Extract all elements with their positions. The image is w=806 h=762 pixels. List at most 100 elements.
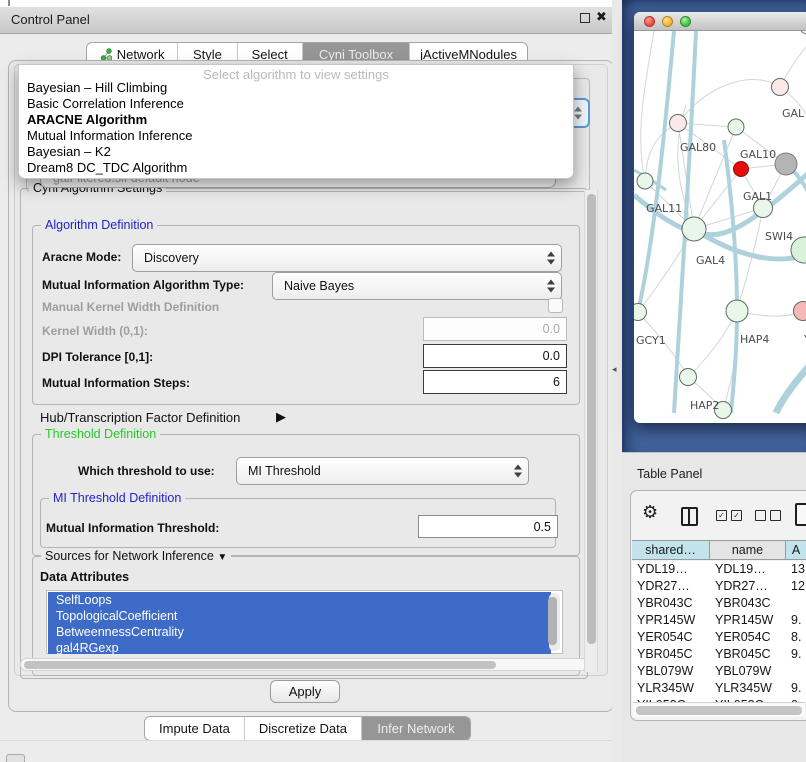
attributes-list-scrollbar[interactable]	[549, 593, 560, 651]
column-header-sharedname[interactable]: shared…	[632, 540, 710, 560]
minimize-traffic-light-icon[interactable]	[662, 16, 673, 27]
float-window-icon[interactable]	[580, 13, 590, 23]
network-nodes[interactable]	[634, 31, 806, 419]
mi-type-combo[interactable]: Naive Bayes	[272, 272, 562, 300]
kernel-width-field: 0.0	[423, 317, 567, 341]
network-node[interactable]	[682, 217, 706, 241]
stepper-arrows-icon	[547, 280, 555, 293]
data-attributes-label: Data Attributes	[40, 570, 129, 584]
hub-definition-label[interactable]: Hub/Transcription Factor Definition	[40, 410, 240, 425]
table-horizontal-scrollbar[interactable]	[633, 702, 805, 717]
column-header-name[interactable]: name	[710, 540, 786, 560]
resize-grip[interactable]	[6, 754, 25, 762]
mi-threshold-label: Mutual Information Threshold:	[46, 521, 219, 535]
dropdown-item-mutual-information[interactable]: Mutual Information Inference	[27, 128, 192, 144]
dropdown-item-aracne[interactable]: ARACNE Algorithm	[27, 112, 147, 128]
network-node[interactable]	[775, 153, 797, 175]
document-icon[interactable]	[795, 503, 806, 526]
network-window-titlebar[interactable]	[634, 12, 806, 31]
node-label: GCY1	[636, 334, 666, 347]
table-body: YDL19… YDL19… 13 YDR27… YDR27… 12 YBR043…	[632, 561, 806, 702]
collapse-arrow-icon[interactable]: ▼	[217, 552, 227, 563]
column-header-clipped[interactable]: A	[786, 540, 806, 560]
dropdown-item-dream8[interactable]: Dream8 DC_TDC Algorithm	[27, 160, 187, 176]
network-node[interactable]	[728, 119, 744, 135]
mi-steps-field[interactable]: 6	[423, 370, 567, 394]
dpi-tolerance-label: DPI Tolerance [0,1]:	[42, 350, 153, 364]
table-row[interactable]: YBR043C YBR043C	[632, 595, 806, 612]
network-node[interactable]	[772, 79, 789, 96]
table-panel-title: Table Panel	[637, 467, 702, 481]
table-row[interactable]: YER054C YER054C 8.	[632, 629, 806, 646]
network-canvas[interactable]: GAL GAL80 GAL10 GAL1 GAL11 GAL4 SWI4 GCY…	[634, 31, 806, 423]
settings-horizontal-scrollbar[interactable]	[20, 658, 588, 671]
table-row[interactable]: YDL19… YDL19… 13	[632, 561, 806, 578]
tab-discretize-data[interactable]: Discretize Data	[245, 717, 362, 740]
apply-button[interactable]: Apply	[270, 680, 340, 703]
node-label: GAL	[782, 107, 805, 120]
stepper-arrows-icon	[574, 107, 582, 120]
algorithm-dropdown-popup: Select algorithm to view settings Bayesi…	[18, 64, 574, 179]
zoom-traffic-light-icon[interactable]	[680, 16, 691, 27]
dpi-tolerance-field[interactable]: 0.0	[423, 344, 567, 368]
table-row[interactable]: YPR145W YPR145W 9.	[632, 612, 806, 629]
table-row[interactable]: YLR345W YLR345W 9.	[632, 680, 806, 697]
node-label: GAL80	[680, 141, 716, 154]
network-node[interactable]	[794, 302, 806, 321]
mi-threshold-definition-title: MI Threshold Definition	[49, 491, 185, 505]
mi-steps-label: Mutual Information Steps:	[42, 376, 190, 390]
settings-vertical-scrollbar[interactable]	[584, 190, 598, 672]
table-row[interactable]: YBR045C YBR045C 9.	[632, 646, 806, 663]
list-item-betweennesscentrality[interactable]: BetweennessCentrality	[48, 624, 551, 640]
select-all-checkboxes-icon[interactable]: ✓✓	[716, 510, 742, 521]
list-item-gal4rgexp[interactable]: gal4RGexp	[48, 640, 551, 654]
network-node[interactable]	[800, 31, 806, 34]
node-label: GAL4	[696, 254, 725, 267]
expand-arrow-icon[interactable]: ▶	[276, 409, 286, 425]
stepper-arrows-icon	[547, 252, 555, 265]
network-node[interactable]	[670, 115, 687, 132]
network-view-window[interactable]: GAL GAL80 GAL10 GAL1 GAL11 GAL4 SWI4 GCY…	[634, 12, 806, 423]
divider-collapse-icon[interactable]: ◂	[612, 364, 617, 375]
manual-kernel-checkbox	[548, 298, 563, 313]
network-node[interactable]	[680, 369, 697, 386]
vscroll-thumb[interactable]	[587, 194, 596, 644]
table-row[interactable]: YDR27… YDR27… 12	[632, 578, 806, 595]
network-node[interactable]	[726, 300, 748, 322]
dropdown-item-bayesian-hill-climbing[interactable]: Bayesian – Hill Climbing	[27, 80, 167, 96]
aracne-mode-combo[interactable]: Discovery	[132, 244, 562, 272]
node-label: HAP2	[690, 399, 719, 412]
algorithm-definition-title: Algorithm Definition	[41, 218, 157, 232]
which-threshold-combo[interactable]: MI Threshold	[236, 457, 529, 485]
mi-threshold-field[interactable]: 0.5	[418, 515, 558, 538]
network-node-selected[interactable]	[734, 162, 749, 177]
network-graph: GAL GAL80 GAL10 GAL1 GAL11 GAL4 SWI4 GCY…	[634, 31, 806, 423]
node-label: SWI4	[765, 230, 793, 243]
table-row[interactable]: YBL079W YBL079W	[632, 663, 806, 680]
tab-infer-network[interactable]: Infer Network	[362, 717, 470, 740]
node-label: HAP4	[740, 333, 769, 346]
sources-group-title: Sources for Network Inference ▼	[41, 549, 231, 563]
network-node[interactable]	[637, 173, 653, 189]
dropdown-item-basic-correlation[interactable]: Basic Correlation Inference	[27, 96, 184, 112]
dropdown-item-bayesian-k2[interactable]: Bayesian – K2	[27, 144, 111, 160]
aracne-mode-label: Aracne Mode:	[42, 250, 121, 264]
node-label: GAL11	[646, 202, 682, 215]
hscroll-thumb[interactable]	[24, 661, 496, 669]
stepper-arrows-icon	[514, 465, 522, 478]
which-threshold-label: Which threshold to use:	[78, 464, 215, 478]
table-hscroll-thumb[interactable]	[636, 706, 802, 715]
application-window: Control Panel ✖ Network Style Select Cyn…	[0, 0, 806, 762]
network-node[interactable]	[634, 304, 647, 321]
gear-icon[interactable]: ⚙	[642, 503, 658, 521]
window-bottom-edge	[0, 740, 622, 741]
close-traffic-light-icon[interactable]	[644, 16, 655, 27]
close-icon[interactable]: ✖	[596, 9, 607, 25]
columns-icon[interactable]	[681, 507, 698, 526]
data-attributes-list: SelfLoops TopologicalCoefficient Between…	[46, 590, 563, 654]
list-item-topologicalcoefficient[interactable]: TopologicalCoefficient	[48, 608, 551, 624]
list-item-selfloops[interactable]: SelfLoops	[48, 592, 551, 608]
deselect-all-checkboxes-icon[interactable]	[755, 510, 781, 521]
panel-divider[interactable]	[612, 0, 622, 762]
tab-impute-data[interactable]: Impute Data	[145, 717, 245, 740]
